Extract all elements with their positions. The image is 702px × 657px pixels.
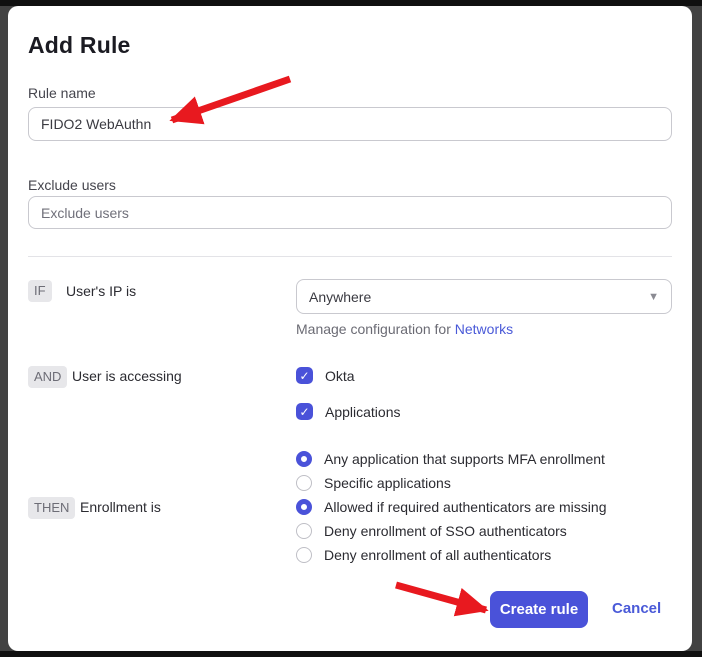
radio-specific-applications[interactable] [296, 475, 312, 491]
and-label: User is accessing [72, 368, 182, 384]
networks-link[interactable]: Networks [455, 321, 513, 337]
chevron-down-icon: ▼ [648, 291, 659, 303]
if-badge: IF [28, 280, 52, 302]
radio-row: Deny enrollment of all authenticators [296, 547, 551, 563]
section-divider [28, 256, 672, 257]
applications-checkbox-label: Applications [325, 404, 401, 420]
checkbox-row-applications: ✓ Applications [296, 403, 401, 420]
check-icon: ✓ [299, 406, 309, 418]
radio-label: Allowed if required authenticators are m… [324, 499, 606, 515]
radio-row: Any application that supports MFA enroll… [296, 451, 605, 467]
rule-name-label: Rule name [28, 85, 96, 101]
exclude-users-input[interactable] [28, 196, 672, 229]
and-badge: AND [28, 366, 67, 388]
radio-label: Any application that supports MFA enroll… [324, 451, 605, 467]
radio-row: Specific applications [296, 475, 451, 491]
radio-allowed-if-missing[interactable] [296, 499, 312, 515]
dialog-title: Add Rule [28, 32, 131, 59]
rule-name-input[interactable] [28, 107, 672, 141]
then-label: Enrollment is [80, 499, 161, 515]
then-badge: THEN [28, 497, 75, 519]
network-helper-text: Manage configuration for [296, 321, 455, 337]
create-rule-button[interactable]: Create rule [490, 591, 588, 628]
radio-label: Deny enrollment of SSO authenticators [324, 523, 567, 539]
if-label: User's IP is [66, 283, 136, 299]
radio-label: Deny enrollment of all authenticators [324, 547, 551, 563]
checkbox-row-okta: ✓ Okta [296, 367, 355, 384]
cancel-button[interactable]: Cancel [612, 600, 661, 617]
network-select[interactable]: Anywhere ▼ [296, 279, 672, 314]
radio-deny-all[interactable] [296, 547, 312, 563]
exclude-users-label: Exclude users [28, 177, 116, 193]
radio-deny-sso[interactable] [296, 523, 312, 539]
network-helper: Manage configuration for Networks [296, 321, 513, 337]
okta-checkbox-label: Okta [325, 368, 355, 384]
radio-any-application[interactable] [296, 451, 312, 467]
applications-checkbox[interactable]: ✓ [296, 403, 313, 420]
okta-checkbox[interactable]: ✓ [296, 367, 313, 384]
network-select-value: Anywhere [309, 289, 371, 305]
screenshot-frame: Add Rule Rule name Exclude users IF User… [0, 0, 702, 657]
radio-row: Allowed if required authenticators are m… [296, 499, 606, 515]
check-icon: ✓ [299, 370, 309, 382]
radio-label: Specific applications [324, 475, 451, 491]
radio-row: Deny enrollment of SSO authenticators [296, 523, 567, 539]
add-rule-dialog: Add Rule Rule name Exclude users IF User… [8, 6, 692, 651]
